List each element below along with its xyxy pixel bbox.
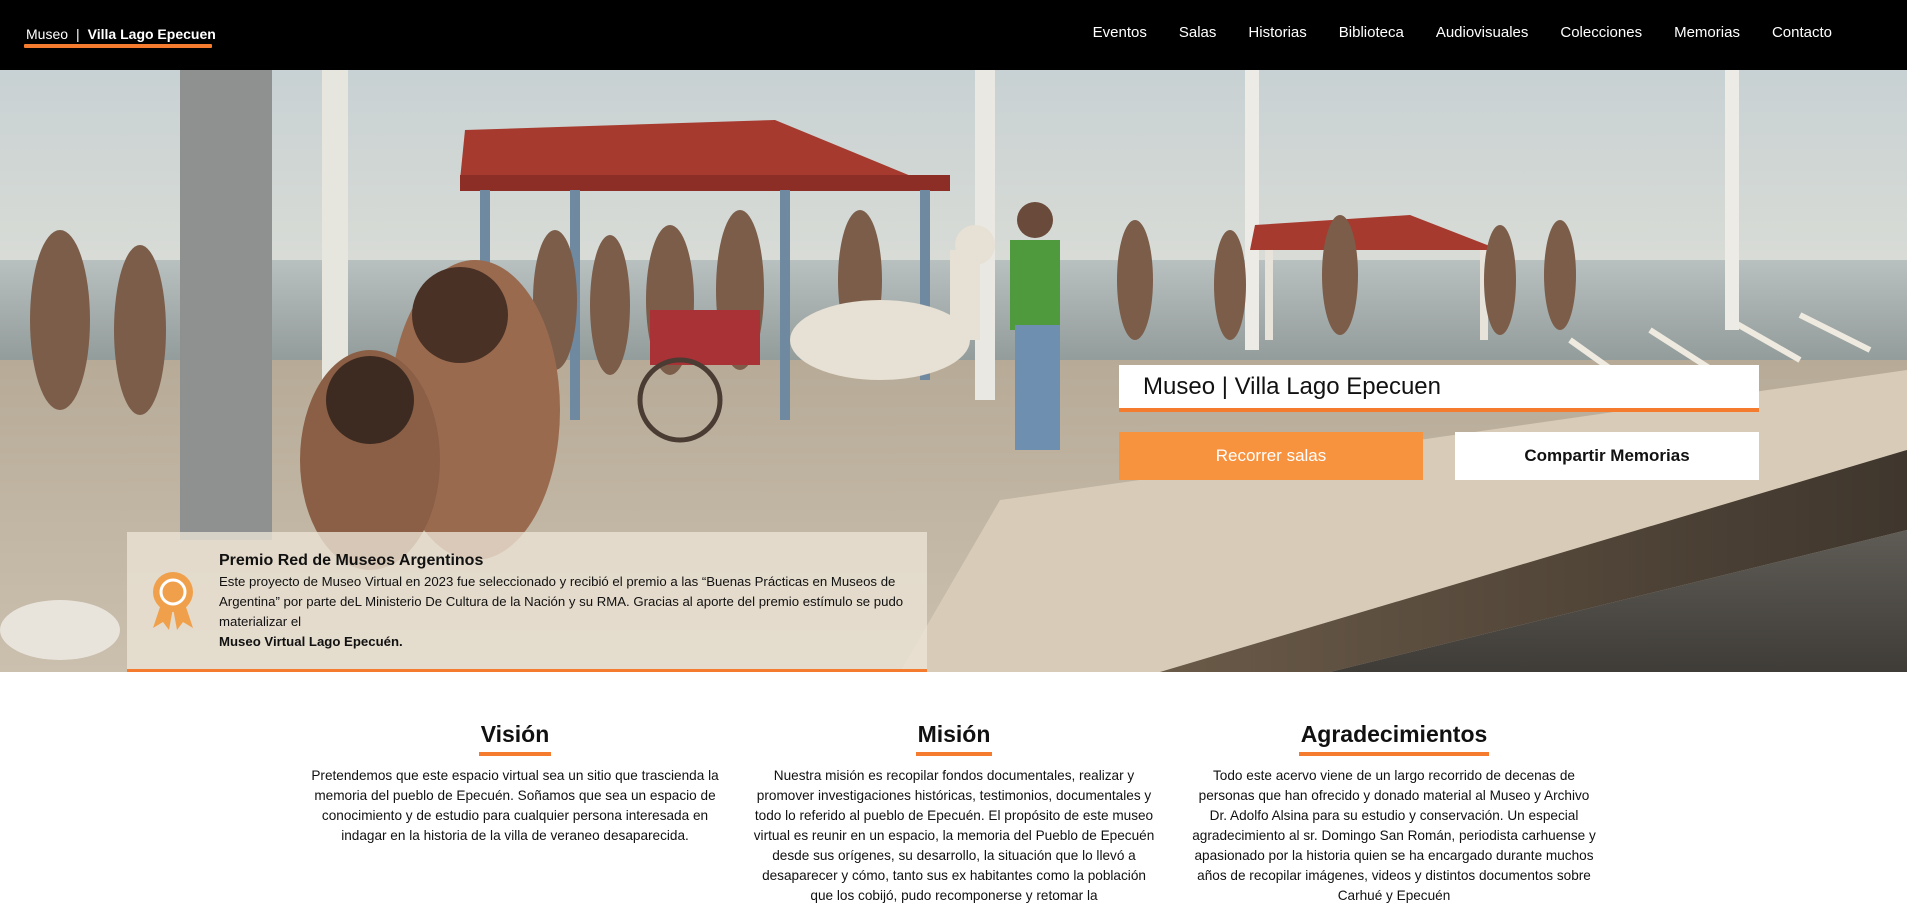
brand-underline bbox=[24, 44, 212, 48]
top-navbar: Museo | Villa Lago Epecuen Eventos Salas… bbox=[0, 0, 1907, 70]
hero-title: Museo | Villa Lago Epecuen bbox=[1119, 365, 1759, 412]
award-strong: Museo Virtual Lago Epecuén. bbox=[219, 634, 403, 649]
nav-item-eventos[interactable]: Eventos bbox=[1077, 24, 1163, 41]
nav-item-audiovisuales[interactable]: Audiovisuales bbox=[1420, 24, 1545, 41]
nav-item-salas[interactable]: Salas bbox=[1163, 24, 1233, 41]
nav-item-historias[interactable]: Historias bbox=[1232, 24, 1322, 41]
nav-item-contacto[interactable]: Contacto bbox=[1756, 24, 1848, 41]
nav-item-biblioteca[interactable]: Biblioteca bbox=[1323, 24, 1420, 41]
brand-name: Villa Lago Epecuen bbox=[87, 26, 216, 42]
mision-title: Misión bbox=[915, 720, 993, 756]
compartir-memorias-button[interactable]: Compartir Memorias bbox=[1455, 432, 1759, 480]
agradecimientos-section: Agradecimientos Todo este acervo viene d… bbox=[1189, 720, 1599, 905]
vision-title: Visión bbox=[478, 720, 552, 756]
vision-text: Pretendemos que este espacio virtual sea… bbox=[311, 768, 719, 843]
award-title: Premio Red de Museos Argentinos bbox=[219, 552, 484, 569]
award-text: Premio Red de Museos Argentinos Este pro… bbox=[219, 550, 909, 652]
award-body: Este proyecto de Museo Virtual en 2023 f… bbox=[219, 574, 904, 629]
hero-section: Museo | Villa Lago Epecuen Recorrer sala… bbox=[0, 70, 1907, 672]
main-nav: Eventos Salas Historias Biblioteca Audio… bbox=[1077, 24, 1848, 41]
award-banner: Premio Red de Museos Argentinos Este pro… bbox=[127, 532, 927, 672]
nav-item-memorias[interactable]: Memorias bbox=[1658, 24, 1756, 41]
vision-section: Visión Pretendemos que este espacio virt… bbox=[310, 720, 720, 846]
agradecimientos-text: Todo este acervo viene de un largo recor… bbox=[1192, 768, 1596, 903]
brand-separator: | bbox=[76, 26, 80, 42]
award-ribbon-icon bbox=[153, 572, 193, 630]
agradecimientos-title: Agradecimientos bbox=[1298, 720, 1490, 756]
nav-item-colecciones[interactable]: Colecciones bbox=[1544, 24, 1658, 41]
recorrer-salas-button[interactable]: Recorrer salas bbox=[1119, 432, 1423, 480]
mision-text: Nuestra misión es recopilar fondos docum… bbox=[753, 768, 1155, 903]
brand-prefix: Museo bbox=[26, 26, 69, 42]
mision-section: Misión Nuestra misión es recopilar fondo… bbox=[749, 720, 1159, 905]
